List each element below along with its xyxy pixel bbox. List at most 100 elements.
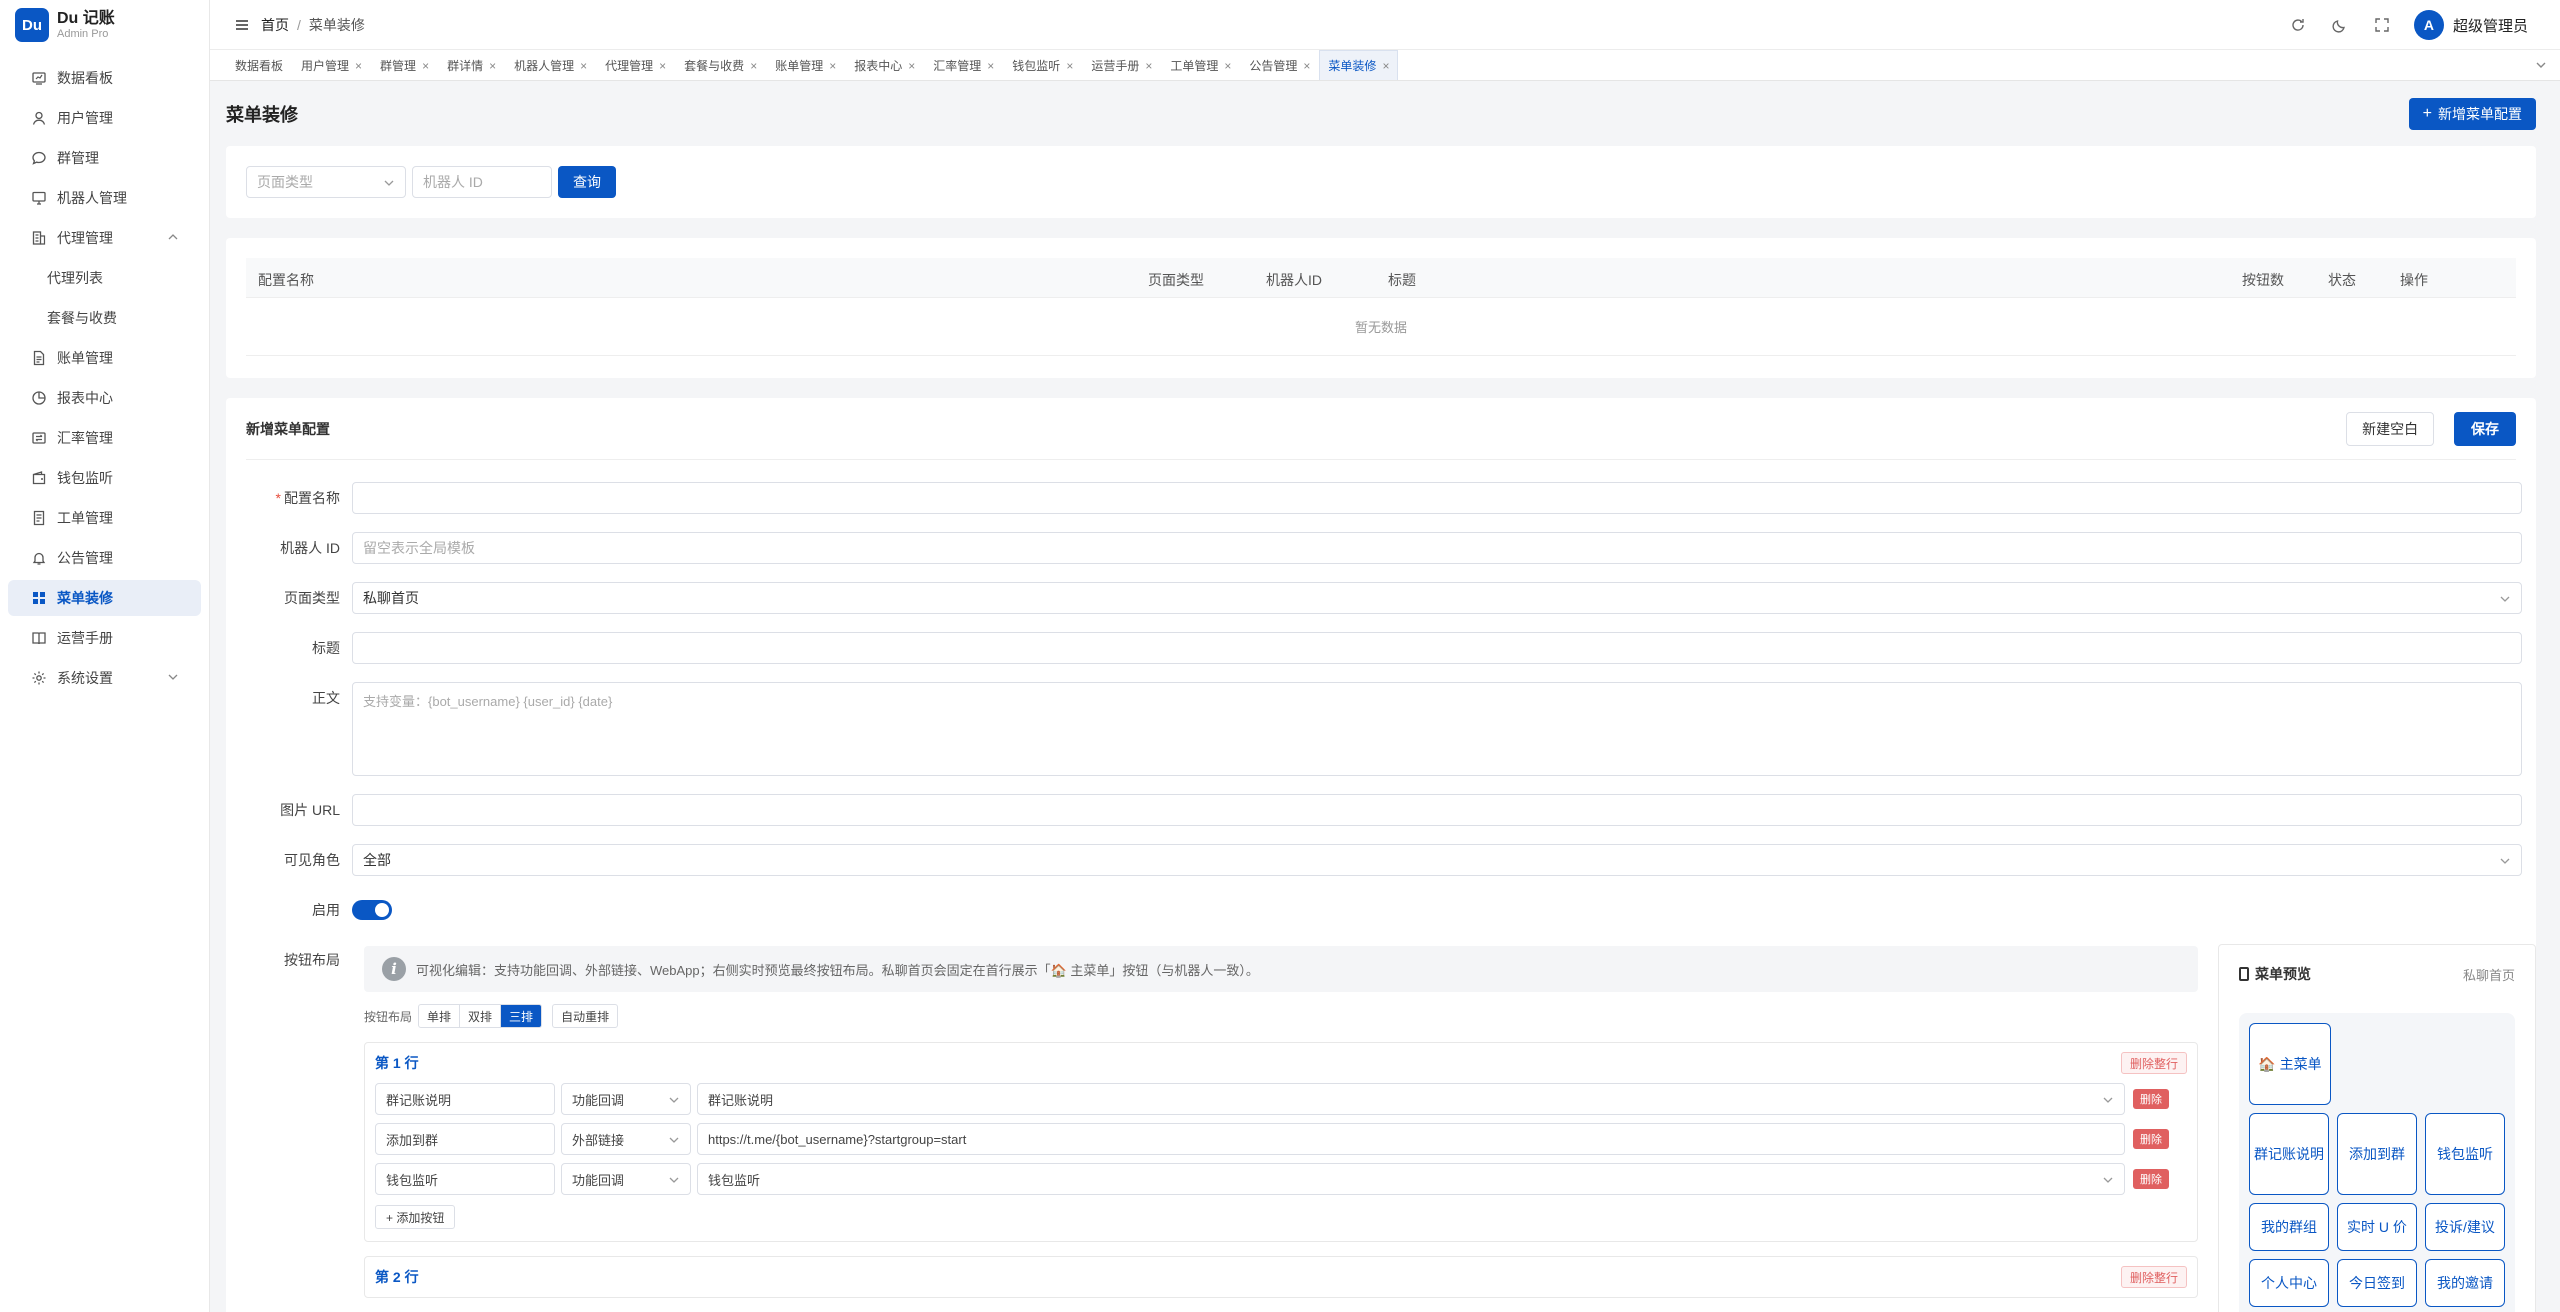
close-icon[interactable]: × — [1382, 59, 1389, 73]
close-icon[interactable]: × — [489, 59, 496, 73]
config-name-label: * 配置名称 — [246, 482, 352, 514]
fullscreen-icon[interactable] — [2374, 17, 2390, 33]
tab-label: 钱包监听 — [1012, 59, 1061, 73]
preview-button[interactable]: 实时 U 价 — [2337, 1203, 2417, 1251]
menu-toggle-icon[interactable] — [235, 18, 249, 32]
tab-9[interactable]: 汇率管理 × — [924, 50, 1003, 80]
layout-option[interactable]: 单排 — [419, 1005, 461, 1027]
close-icon[interactable]: × — [1145, 59, 1152, 73]
preview-button[interactable]: 🏠 主菜单 — [2249, 1023, 2331, 1105]
tab-10[interactable]: 钱包监听 × — [1003, 50, 1082, 80]
sidebar-item-4[interactable]: 代理管理 — [8, 220, 201, 256]
tab-8[interactable]: 报表中心 × — [845, 50, 924, 80]
button-name-input[interactable]: 添加到群 — [375, 1123, 555, 1155]
sidebar-item-3[interactable]: 机器人管理 — [8, 180, 201, 216]
tab-3[interactable]: 群详情 × — [438, 50, 505, 80]
button-name-input[interactable]: 群记账说明 — [375, 1083, 555, 1115]
sidebar-item-9[interactable]: 汇率管理 — [8, 420, 201, 456]
sidebar-item-14[interactable]: 运营手册 — [8, 620, 201, 656]
page-type-select[interactable]: 页面类型 — [246, 166, 406, 198]
button-action-select[interactable]: 钱包监听 — [697, 1163, 2125, 1195]
add-button[interactable]: + 添加按钮 — [375, 1205, 456, 1229]
preview-button[interactable]: 钱包监听 — [2425, 1113, 2505, 1195]
layout-option[interactable]: 双排 — [460, 1005, 502, 1027]
sidebar-item-15[interactable]: 系统设置 — [8, 660, 201, 696]
tab-7[interactable]: 账单管理 × — [766, 50, 845, 80]
close-icon[interactable]: × — [829, 59, 836, 73]
close-icon[interactable]: × — [1066, 59, 1073, 73]
sidebar-item-0[interactable]: 数据看板 — [8, 60, 201, 96]
tab-13[interactable]: 公告管理 × — [1240, 50, 1319, 80]
preview-button[interactable]: 今日签到 — [2337, 1259, 2417, 1307]
table-header-cell: 状态 — [2328, 272, 2356, 288]
sidebar-item-13[interactable]: 菜单装修 — [8, 580, 201, 616]
new-blank-button[interactable]: 新建空白 — [2346, 411, 2435, 446]
tab-4[interactable]: 机器人管理 × — [505, 50, 596, 80]
tab-5[interactable]: 代理管理 × — [596, 50, 675, 80]
chevron-down-icon[interactable] — [2534, 58, 2548, 72]
delete-button[interactable]: 删除 — [2133, 1089, 2169, 1109]
image-url-field[interactable] — [352, 794, 2522, 826]
button-name-input[interactable]: 钱包监听 — [375, 1163, 555, 1195]
preview-button[interactable]: 群记账说明 — [2249, 1113, 2329, 1195]
sidebar-item-12[interactable]: 公告管理 — [8, 540, 201, 576]
tab-0[interactable]: 数据看板 — [226, 50, 292, 80]
preview-button[interactable]: 我的邀请 — [2425, 1259, 2505, 1307]
tab-1[interactable]: 用户管理 × — [292, 50, 371, 80]
bot-id-field[interactable]: 留空表示全局模板 — [352, 532, 2522, 564]
sidebar-item-6[interactable]: 套餐与收费 — [8, 300, 201, 336]
sidebar-item-5[interactable]: 代理列表 — [8, 260, 201, 296]
preview-button[interactable]: 投诉/建议 — [2425, 1203, 2505, 1251]
avatar[interactable]: A — [2413, 10, 2444, 40]
config-name-field[interactable] — [352, 482, 2522, 514]
ticket-icon — [33, 510, 45, 526]
close-icon[interactable]: × — [422, 59, 429, 73]
close-icon[interactable]: × — [580, 59, 587, 73]
user-name[interactable]: 超级管理员 — [2453, 15, 2528, 36]
save-button[interactable]: 保存 — [2454, 411, 2516, 446]
sidebar-item-11[interactable]: 工单管理 — [8, 500, 201, 536]
close-icon[interactable]: × — [355, 59, 362, 73]
delete-button[interactable]: 删除 — [2133, 1169, 2169, 1189]
close-icon[interactable]: × — [1303, 59, 1310, 73]
sidebar-item-8[interactable]: 报表中心 — [8, 380, 201, 416]
sidebar-item-2[interactable]: 群管理 — [8, 140, 201, 176]
sidebar-item-1[interactable]: 用户管理 — [8, 100, 201, 136]
dark-mode-icon[interactable] — [2332, 17, 2348, 33]
tab-6[interactable]: 套餐与收费 × — [675, 50, 766, 80]
enabled-toggle[interactable] — [352, 900, 392, 920]
close-icon[interactable]: × — [987, 59, 994, 73]
button-type-select[interactable]: 外部链接 — [561, 1123, 691, 1155]
delete-button[interactable]: 删除 — [2133, 1129, 2169, 1149]
body-textarea[interactable]: 支持变量：{bot_username} {user_id} {date} — [352, 682, 2522, 776]
preview-button[interactable]: 个人中心 — [2249, 1259, 2329, 1307]
auto-arrange-button[interactable]: 自动重排 — [552, 1004, 619, 1028]
button-action-select[interactable]: 群记账说明 — [697, 1083, 2125, 1115]
close-icon[interactable]: × — [750, 59, 757, 73]
button-type-select[interactable]: 功能回调 — [561, 1083, 691, 1115]
tab-12[interactable]: 工单管理 × — [1161, 50, 1240, 80]
sidebar-item-10[interactable]: 钱包监听 — [8, 460, 201, 496]
close-icon[interactable]: × — [908, 59, 915, 73]
button-type-select[interactable]: 功能回调 — [561, 1163, 691, 1195]
tab-14[interactable]: 菜单装修 × — [1319, 50, 1399, 80]
preview-button[interactable]: 添加到群 — [2337, 1113, 2417, 1195]
button-url-input[interactable]: https://t.me/{bot_username}?startgroup=s… — [697, 1123, 2125, 1155]
title-field[interactable] — [352, 632, 2522, 664]
preview-button[interactable]: 我的群组 — [2249, 1203, 2329, 1251]
breadcrumb-home[interactable]: 首页 — [261, 17, 289, 33]
tab-2[interactable]: 群管理 × — [371, 50, 438, 80]
close-icon[interactable]: × — [1224, 59, 1231, 73]
tab-11[interactable]: 运营手册 × — [1082, 50, 1161, 80]
delete-row-button[interactable]: 删除整行 — [2120, 1052, 2187, 1074]
page-type-field[interactable]: 私聊首页 — [352, 582, 2522, 614]
refresh-icon[interactable] — [2290, 17, 2306, 33]
role-select[interactable]: 全部 — [352, 844, 2522, 876]
close-icon[interactable]: × — [659, 59, 666, 73]
add-menu-config-button[interactable]: + 新增菜单配置 — [2408, 98, 2536, 130]
delete-row-button[interactable]: 删除整行 — [2120, 1266, 2187, 1288]
bot-id-search-input[interactable]: 机器人 ID — [412, 166, 552, 198]
sidebar-item-7[interactable]: 账单管理 — [8, 340, 201, 376]
query-button[interactable]: 查询 — [558, 166, 616, 198]
layout-option[interactable]: 三排 — [501, 1005, 542, 1027]
